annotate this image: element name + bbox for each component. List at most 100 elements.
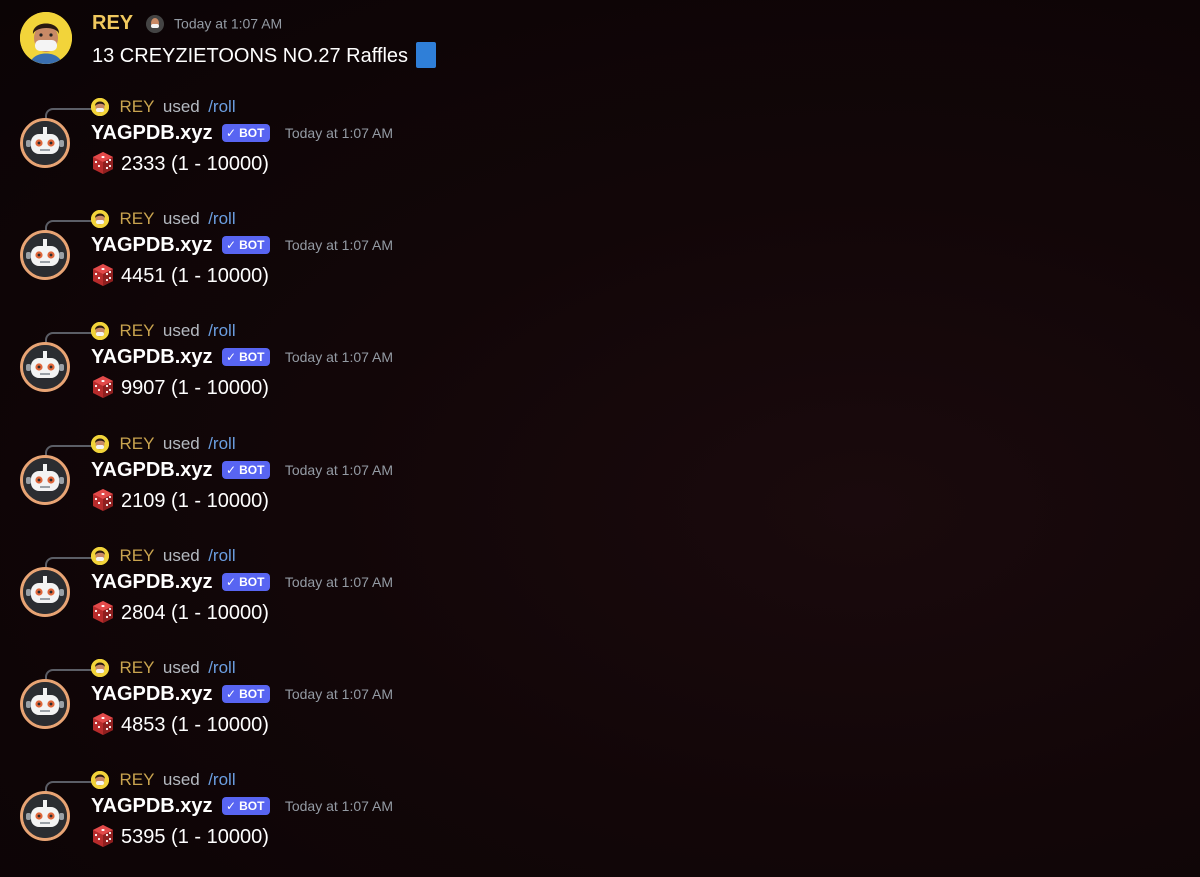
bot-reply-message: REY used /roll YAGPDB.xyz ✓ BOT Today at… (20, 96, 620, 196)
bot-avatar[interactable] (20, 230, 70, 280)
ref-used-label: used (162, 209, 200, 228)
blue-square-icon (416, 42, 437, 68)
ref-used-label: used (162, 770, 200, 789)
bot-badge: ✓ BOT (222, 573, 271, 591)
game-die-icon (91, 824, 115, 848)
bot-message-header: YAGPDB.xyz ✓ BOT Today at 1:07 AM (91, 569, 393, 595)
ref-used-label: used (162, 546, 200, 565)
bot-username[interactable]: YAGPDB.xyz (91, 571, 213, 593)
ref-used-label: used (162, 434, 200, 453)
bot-badge-label: BOT (239, 350, 265, 364)
game-die-icon (91, 263, 115, 287)
ref-command[interactable]: /roll (208, 658, 235, 677)
bot-username[interactable]: YAGPDB.xyz (91, 683, 213, 705)
timestamp: Today at 1:07 AM (284, 349, 394, 365)
bot-message-content: 9907 (1 - 10000) (91, 374, 269, 402)
ref-used-label: used (162, 321, 200, 340)
ref-command[interactable]: /roll (208, 209, 235, 228)
checkmark-icon: ✓ (226, 687, 237, 701)
bot-badge-label: BOT (239, 238, 265, 252)
timestamp: Today at 1:07 AM (284, 462, 394, 478)
ref-avatar (91, 98, 109, 116)
bot-username[interactable]: YAGPDB.xyz (91, 346, 213, 368)
bot-reply-message: REY used /roll YAGPDB.xyz ✓ BOT Today at… (20, 545, 620, 645)
bot-badge-label: BOT (239, 463, 265, 477)
timestamp: Today at 1:07 AM (284, 574, 394, 590)
checkmark-icon: ✓ (226, 799, 237, 813)
game-die-icon (91, 712, 115, 736)
chat-message-list: REY Today at 1:07 AM 13 CREYZIETOONS NO.… (0, 0, 1200, 877)
ref-command[interactable]: /roll (208, 546, 235, 565)
bot-badge: ✓ BOT (222, 236, 271, 254)
ref-avatar (91, 435, 109, 453)
reply-reference[interactable]: REY used /roll (91, 320, 236, 342)
ref-command[interactable]: /roll (208, 770, 235, 789)
checkmark-icon: ✓ (226, 350, 237, 364)
bot-message-header: YAGPDB.xyz ✓ BOT Today at 1:07 AM (91, 793, 393, 819)
timestamp: Today at 1:07 AM (174, 15, 283, 32)
ref-command[interactable]: /roll (208, 321, 235, 340)
ref-username[interactable]: REY (119, 546, 154, 565)
ref-username[interactable]: REY (119, 434, 154, 453)
bot-badge-label: BOT (239, 799, 265, 813)
roll-result: 4451 (1 - 10000) (121, 265, 269, 287)
reply-reference[interactable]: REY used /roll (91, 96, 236, 118)
reply-reference[interactable]: REY used /roll (91, 208, 236, 230)
bot-badge-label: BOT (239, 687, 265, 701)
bot-badge: ✓ BOT (222, 797, 271, 815)
ref-avatar (91, 659, 109, 677)
bot-message-header: YAGPDB.xyz ✓ BOT Today at 1:07 AM (91, 232, 393, 258)
bot-avatar[interactable] (20, 791, 70, 841)
reply-reference[interactable]: REY used /roll (91, 657, 236, 679)
role-icon (145, 14, 164, 33)
ref-username[interactable]: REY (119, 321, 154, 340)
ref-avatar (91, 771, 109, 789)
bot-avatar[interactable] (20, 679, 70, 729)
bot-username[interactable]: YAGPDB.xyz (91, 795, 213, 817)
bot-badge: ✓ BOT (222, 685, 271, 703)
roll-result: 2804 (1 - 10000) (121, 602, 269, 624)
bot-avatar[interactable] (20, 342, 70, 392)
bot-message-header: YAGPDB.xyz ✓ BOT Today at 1:07 AM (91, 344, 393, 370)
rey-avatar[interactable] (20, 12, 72, 64)
bot-avatar[interactable] (20, 455, 70, 505)
bot-reply-message: REY used /roll YAGPDB.xyz ✓ BOT Today at… (20, 208, 620, 308)
checkmark-icon: ✓ (226, 238, 237, 252)
timestamp: Today at 1:07 AM (284, 686, 394, 702)
ref-username[interactable]: REY (119, 658, 154, 677)
bot-avatar[interactable] (20, 567, 70, 617)
game-die-icon (91, 488, 115, 512)
bot-username[interactable]: YAGPDB.xyz (91, 234, 213, 256)
bot-reply-message: REY used /roll YAGPDB.xyz ✓ BOT Today at… (20, 769, 620, 869)
reply-reference[interactable]: REY used /roll (91, 433, 236, 455)
bot-badge: ✓ BOT (222, 124, 271, 142)
ref-username[interactable]: REY (119, 209, 154, 228)
roll-result: 2333 (1 - 10000) (121, 153, 269, 175)
checkmark-icon: ✓ (226, 463, 237, 477)
timestamp: Today at 1:07 AM (284, 125, 394, 141)
bot-avatar[interactable] (20, 118, 70, 168)
bot-username[interactable]: YAGPDB.xyz (91, 459, 213, 481)
ref-username[interactable]: REY (119, 97, 154, 116)
reply-reference[interactable]: REY used /roll (91, 769, 236, 791)
bot-reply-message: REY used /roll YAGPDB.xyz ✓ BOT Today at… (20, 657, 620, 757)
game-die-icon (91, 375, 115, 399)
timestamp: Today at 1:07 AM (284, 237, 394, 253)
bot-message-content: 4853 (1 - 10000) (91, 711, 269, 739)
ref-command[interactable]: /roll (208, 434, 235, 453)
username[interactable]: REY (92, 12, 133, 34)
bot-reply-message: REY used /roll YAGPDB.xyz ✓ BOT Today at… (20, 433, 620, 533)
game-die-icon (91, 151, 115, 175)
ref-username[interactable]: REY (119, 770, 154, 789)
bot-message-content: 5395 (1 - 10000) (91, 823, 269, 851)
bot-message-header: YAGPDB.xyz ✓ BOT Today at 1:07 AM (91, 120, 393, 146)
bot-message-header: YAGPDB.xyz ✓ BOT Today at 1:07 AM (91, 681, 393, 707)
bot-message-header: YAGPDB.xyz ✓ BOT Today at 1:07 AM (91, 457, 393, 483)
ref-command[interactable]: /roll (208, 97, 235, 116)
ref-avatar (91, 547, 109, 565)
bot-message-content: 2333 (1 - 10000) (91, 150, 269, 178)
bot-reply-message: REY used /roll YAGPDB.xyz ✓ BOT Today at… (20, 320, 620, 420)
bot-username[interactable]: YAGPDB.xyz (91, 122, 213, 144)
reply-reference[interactable]: REY used /roll (91, 545, 236, 567)
ref-avatar (91, 210, 109, 228)
